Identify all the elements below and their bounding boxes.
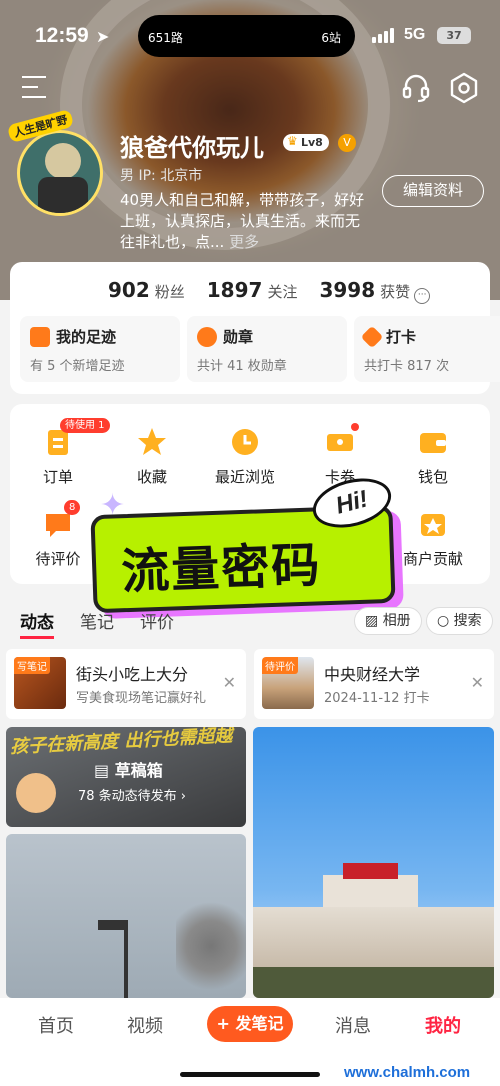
nav-home[interactable]: 首页 (38, 1012, 74, 1038)
profile-name: 狼爸代你玩儿 (120, 134, 264, 162)
info-icon[interactable]: ··· (414, 288, 431, 304)
sticker-face (16, 773, 56, 813)
favorites-item[interactable]: 收藏 (107, 426, 197, 487)
album-button[interactable]: ▨ 相册 (354, 607, 422, 635)
profile-bio[interactable]: 40男人和自己和解，带带孩子，好好上班，认真探店，认真生活。来而无往非礼也，点.… (120, 190, 370, 253)
search-button[interactable]: ○ 搜索 (426, 607, 493, 635)
draft-icon: ▤ (94, 761, 115, 780)
likes-stat[interactable]: 3998 获赞 ··· (319, 278, 431, 304)
clock-icon (232, 429, 258, 455)
recent-item[interactable]: 最近浏览 (200, 426, 290, 487)
orders-item[interactable]: 待使用 1 订单 (13, 418, 110, 487)
location-arrow-icon: ➤ (96, 27, 110, 46)
close-icon[interactable]: ✕ (223, 673, 236, 692)
headset-icon[interactable] (400, 72, 432, 104)
gender-ip: 男 IP: 北京市 (120, 168, 203, 184)
nav-messages[interactable]: 消息 (335, 1012, 371, 1038)
avatar[interactable] (17, 130, 103, 216)
map-icon (30, 326, 50, 347)
task-card-note[interactable]: 写笔记 街头小吃上大分 写美食现场笔记赢好礼 ✕ (6, 649, 246, 719)
battery-icon: 37 (437, 27, 471, 44)
bottom-nav: 首页 视频 + 发笔记 消息 我的 www.chalmh.com (0, 998, 500, 1086)
medal-tile[interactable]: 勋章 共计 41 枚勋章 (187, 316, 347, 382)
search-icon: ○ (437, 613, 454, 629)
stats-card: 902 粉丝 1897 关注 3998 获赞 ··· 我的足迹 有 5 个新增足迹 勋章… (10, 262, 500, 394)
footprint-tile[interactable]: 我的足迹 有 5 个新增足迹 (20, 316, 180, 382)
dynamic-island[interactable]: 651路 6站 (138, 15, 355, 57)
draft-label: ▤ 草稿箱 (94, 761, 163, 780)
gear-icon[interactable] (448, 72, 480, 104)
coupons-item[interactable]: 卡券 (295, 423, 385, 487)
island-stops: 6站 (321, 31, 341, 45)
status-time: 12:59 (35, 24, 89, 47)
post-image-sky[interactable] (6, 834, 246, 998)
nav-mine[interactable]: 我的 (425, 1012, 461, 1038)
edit-profile-button[interactable]: 编辑资料 (382, 175, 484, 207)
coupon-icon (327, 434, 353, 451)
wallet-icon (420, 433, 446, 453)
building-thumbnail: 待评价 (262, 657, 314, 709)
tab-reviews[interactable]: 评价 (140, 608, 174, 639)
pending-badge: 8 (64, 500, 81, 515)
verified-icon[interactable]: V (338, 134, 356, 152)
checkin-icon (360, 325, 384, 348)
close-icon[interactable]: ✕ (471, 673, 484, 692)
tab-posts[interactable]: 动态 (20, 608, 54, 639)
island-route: 651路 (148, 31, 183, 45)
followers-stat[interactable]: 902 粉丝 (108, 278, 185, 302)
task-card-review[interactable]: 待评价 中央财经大学 2024-11-12 打卡 ✕ (254, 649, 494, 719)
merchant-icon (421, 514, 445, 536)
network-type: 5G (404, 26, 426, 43)
menu-icon[interactable] (22, 76, 48, 98)
nav-video[interactable]: 视频 (127, 1012, 163, 1038)
draft-overlay-text: 孩子在新高度 出行也需超越 (9, 727, 233, 758)
content-tabs: 动态 笔记 评价 (20, 608, 174, 639)
coupon-dot (351, 423, 359, 431)
site-watermark: www.chalmh.com (344, 1064, 471, 1081)
checkin-tile[interactable]: 打卡 共打卡 817 次 (354, 316, 500, 382)
medal-icon (197, 326, 217, 347)
new-note-button[interactable]: + 发笔记 (207, 1006, 293, 1042)
pending-review-item[interactable]: 8 待评价 (13, 500, 103, 569)
wallet-item[interactable]: 钱包 (388, 426, 478, 487)
post-image-university[interactable] (253, 727, 494, 998)
home-indicator (180, 1072, 320, 1077)
food-thumbnail: 写笔记 (14, 657, 66, 709)
draft-count: 78 条动态待发布 › (78, 789, 187, 804)
draft-box-card[interactable]: 孩子在新高度 出行也需超越 ▤ 草稿箱 78 条动态待发布 › (6, 727, 246, 827)
signal-icon (372, 27, 394, 43)
image-icon: ▨ (365, 613, 383, 629)
tab-notes[interactable]: 笔记 (80, 608, 114, 639)
status-bar: 12:59 ➤ 651路 6站 5G 37 (0, 0, 500, 70)
merchant-item[interactable]: 商户贡献 (388, 508, 478, 569)
following-stat[interactable]: 1897 关注 (207, 278, 298, 302)
bio-more-link[interactable]: 更多 (229, 233, 259, 251)
level-badge[interactable]: Lv8 (283, 134, 329, 151)
star-icon (138, 428, 166, 455)
orders-badge: 待使用 1 (60, 418, 110, 433)
